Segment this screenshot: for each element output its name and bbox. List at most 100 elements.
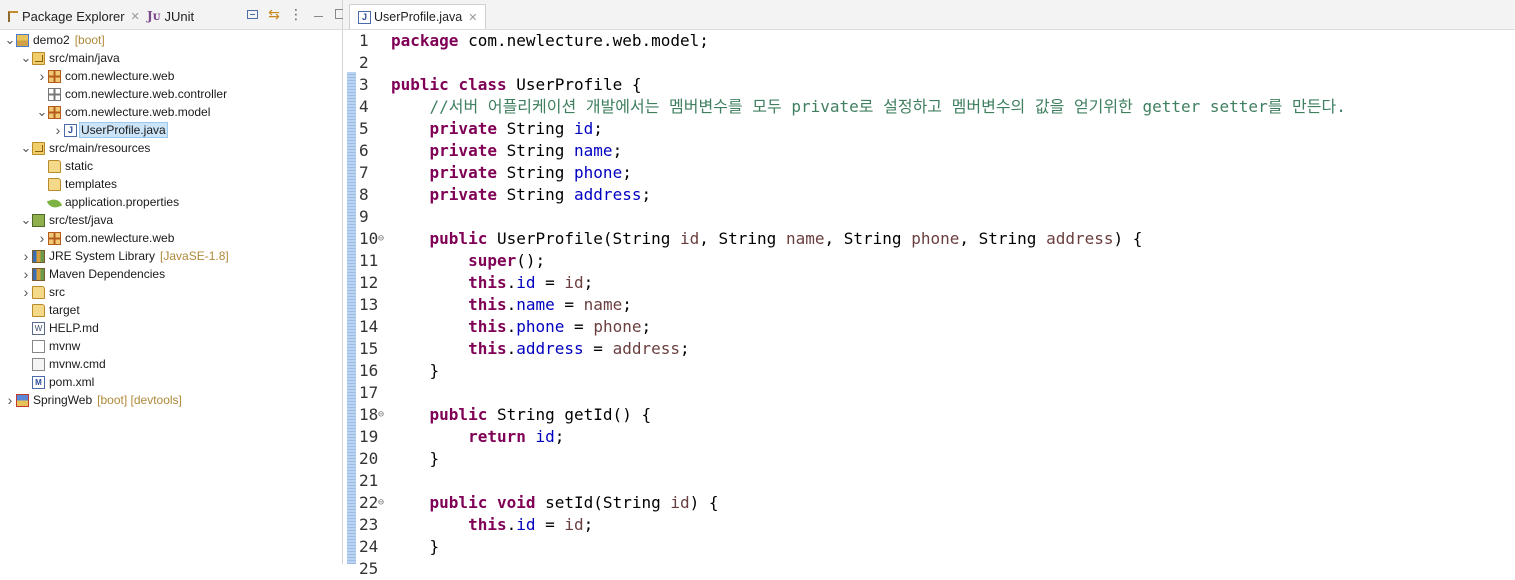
code-line[interactable]: public String getId() { — [391, 404, 1515, 426]
tree-item[interactable]: mvnw — [0, 337, 342, 355]
tree-item[interactable]: Mpom.xml — [0, 373, 342, 391]
tree-item[interactable]: target — [0, 301, 342, 319]
keyword-token: class — [458, 75, 507, 94]
chevron-right-icon[interactable]: › — [20, 248, 32, 264]
line-number: 19 — [359, 426, 389, 448]
tree-item[interactable]: › com.newlecture.web — [0, 229, 342, 247]
line-number-text: 22 — [359, 493, 379, 512]
tree-item[interactable]: static — [0, 157, 342, 175]
line-number: 1 — [359, 30, 389, 52]
chevron-down-icon[interactable]: ⌄ — [4, 33, 16, 46]
tree-item[interactable]: › Maven Dependencies — [0, 265, 342, 283]
tree-item[interactable]: ⌄ src/main/java — [0, 49, 342, 67]
code-line[interactable]: this.id = id; — [391, 514, 1515, 536]
tree-item[interactable]: ⌄ demo2 [boot] — [0, 31, 342, 49]
code-line[interactable]: this.phone = phone; — [391, 316, 1515, 338]
chevron-right-icon[interactable]: › — [36, 230, 48, 246]
chevron-down-icon[interactable]: ⌄ — [20, 141, 32, 154]
chevron-down-icon[interactable]: ⌄ — [20, 213, 32, 226]
chevron-right-icon[interactable]: › — [36, 68, 48, 84]
tree-item[interactable]: templates — [0, 175, 342, 193]
code-line[interactable]: private String phone; — [391, 162, 1515, 184]
close-icon[interactable]: ✕ — [131, 10, 140, 23]
code-line[interactable]: this.id = id; — [391, 272, 1515, 294]
chevron-down-icon[interactable]: ⌄ — [20, 51, 32, 64]
editor-tab-userprofile[interactable]: J UserProfile.java ✕ — [349, 4, 487, 29]
code-token: ) { — [1113, 229, 1143, 248]
code-token: = — [535, 515, 565, 534]
code-area[interactable]: package com.newlecture.web.model; public … — [391, 30, 1515, 580]
tab-package-explorer[interactable]: Package Explorer ✕ — [8, 5, 140, 27]
chevron-right-icon[interactable]: › — [52, 122, 64, 138]
tree-item[interactable]: application.properties — [0, 193, 342, 211]
code-line[interactable]: public UserProfile(String id, String nam… — [391, 228, 1515, 250]
tab-junit[interactable]: Jᴜ JUnit — [147, 5, 194, 27]
folder-icon — [48, 177, 61, 191]
project-icon — [16, 33, 29, 47]
line-number-text: 3 — [359, 75, 369, 94]
keyword-token: private — [429, 119, 497, 138]
code-line[interactable]: public void setId(String id) { — [391, 492, 1515, 514]
close-icon[interactable]: ✕ — [468, 11, 477, 24]
minimize-button[interactable] — [310, 6, 326, 22]
code-line[interactable]: //서버 어플리케이션 개발에서는 멤버변수를 모두 private로 설정하고… — [391, 96, 1515, 118]
line-number: 10 ⊖ — [359, 228, 389, 250]
code-token: . — [506, 515, 517, 534]
parameter-token: id — [670, 493, 690, 512]
code-token: String getId() { — [487, 405, 652, 424]
code-line[interactable]: super(); — [391, 250, 1515, 272]
tree-item[interactable]: com.newlecture.web.controller — [0, 85, 342, 103]
tree-item[interactable]: › SpringWeb [boot] [devtools] — [0, 391, 342, 409]
field-token: phone — [516, 317, 565, 336]
collapse-all-button[interactable] — [244, 6, 260, 22]
link-with-editor-button[interactable]: ⇆ — [266, 6, 282, 22]
code-line[interactable]: private String name; — [391, 140, 1515, 162]
code-line[interactable]: } — [391, 448, 1515, 470]
tree-item[interactable]: › JRE System Library [JavaSE-1.8] — [0, 247, 342, 265]
chevron-right-icon[interactable]: › — [20, 284, 32, 300]
code-line[interactable] — [391, 558, 1515, 580]
code-line[interactable]: return id; — [391, 426, 1515, 448]
chevron-right-icon[interactable]: › — [4, 392, 16, 408]
tree-item-label: mvnw.cmd — [49, 357, 106, 371]
code-line[interactable]: private String address; — [391, 184, 1515, 206]
code-line[interactable]: public class UserProfile { — [391, 74, 1515, 96]
view-menu-button[interactable]: ⋮ — [288, 6, 304, 22]
fold-collapse-icon[interactable]: ⊖ — [378, 404, 384, 426]
tree-item[interactable]: W HELP.md — [0, 319, 342, 337]
line-number: 20 — [359, 448, 389, 470]
tree-item-label: src — [49, 285, 65, 299]
parameter-token: address — [612, 339, 681, 358]
code-line[interactable] — [391, 52, 1515, 74]
code-line[interactable] — [391, 382, 1515, 404]
line-number: 11 — [359, 250, 389, 272]
fold-collapse-icon[interactable]: ⊖ — [378, 492, 384, 514]
code-line[interactable]: } — [391, 536, 1515, 558]
field-token: name — [516, 295, 555, 314]
line-number: 24 — [359, 536, 389, 558]
code-line[interactable]: package com.newlecture.web.model; — [391, 30, 1515, 52]
chevron-right-icon[interactable]: › — [20, 266, 32, 282]
tree-item[interactable]: ⌄ src/test/java — [0, 211, 342, 229]
tree-item[interactable]: › src — [0, 283, 342, 301]
line-number-text: 11 — [359, 251, 379, 270]
code-line[interactable]: this.name = name; — [391, 294, 1515, 316]
tree-item[interactable]: ⌄ com.newlecture.web.model — [0, 103, 342, 121]
tree-item[interactable]: ⌄ src/main/resources — [0, 139, 342, 157]
code-token: ; — [583, 515, 594, 534]
code-line[interactable]: } — [391, 360, 1515, 382]
line-number-text: 12 — [359, 273, 379, 292]
code-line[interactable]: this.address = address; — [391, 338, 1515, 360]
field-token: id — [574, 119, 594, 138]
fold-collapse-icon[interactable]: ⊖ — [378, 228, 384, 250]
code-line[interactable] — [391, 206, 1515, 228]
tree-item[interactable]: › J UserProfile.java — [0, 121, 342, 139]
code-line[interactable] — [391, 470, 1515, 492]
tree-item[interactable]: › com.newlecture.web — [0, 67, 342, 85]
tree-item[interactable]: mvnw.cmd — [0, 355, 342, 373]
code-line[interactable]: private String id; — [391, 118, 1515, 140]
chevron-down-icon[interactable]: ⌄ — [36, 105, 48, 118]
